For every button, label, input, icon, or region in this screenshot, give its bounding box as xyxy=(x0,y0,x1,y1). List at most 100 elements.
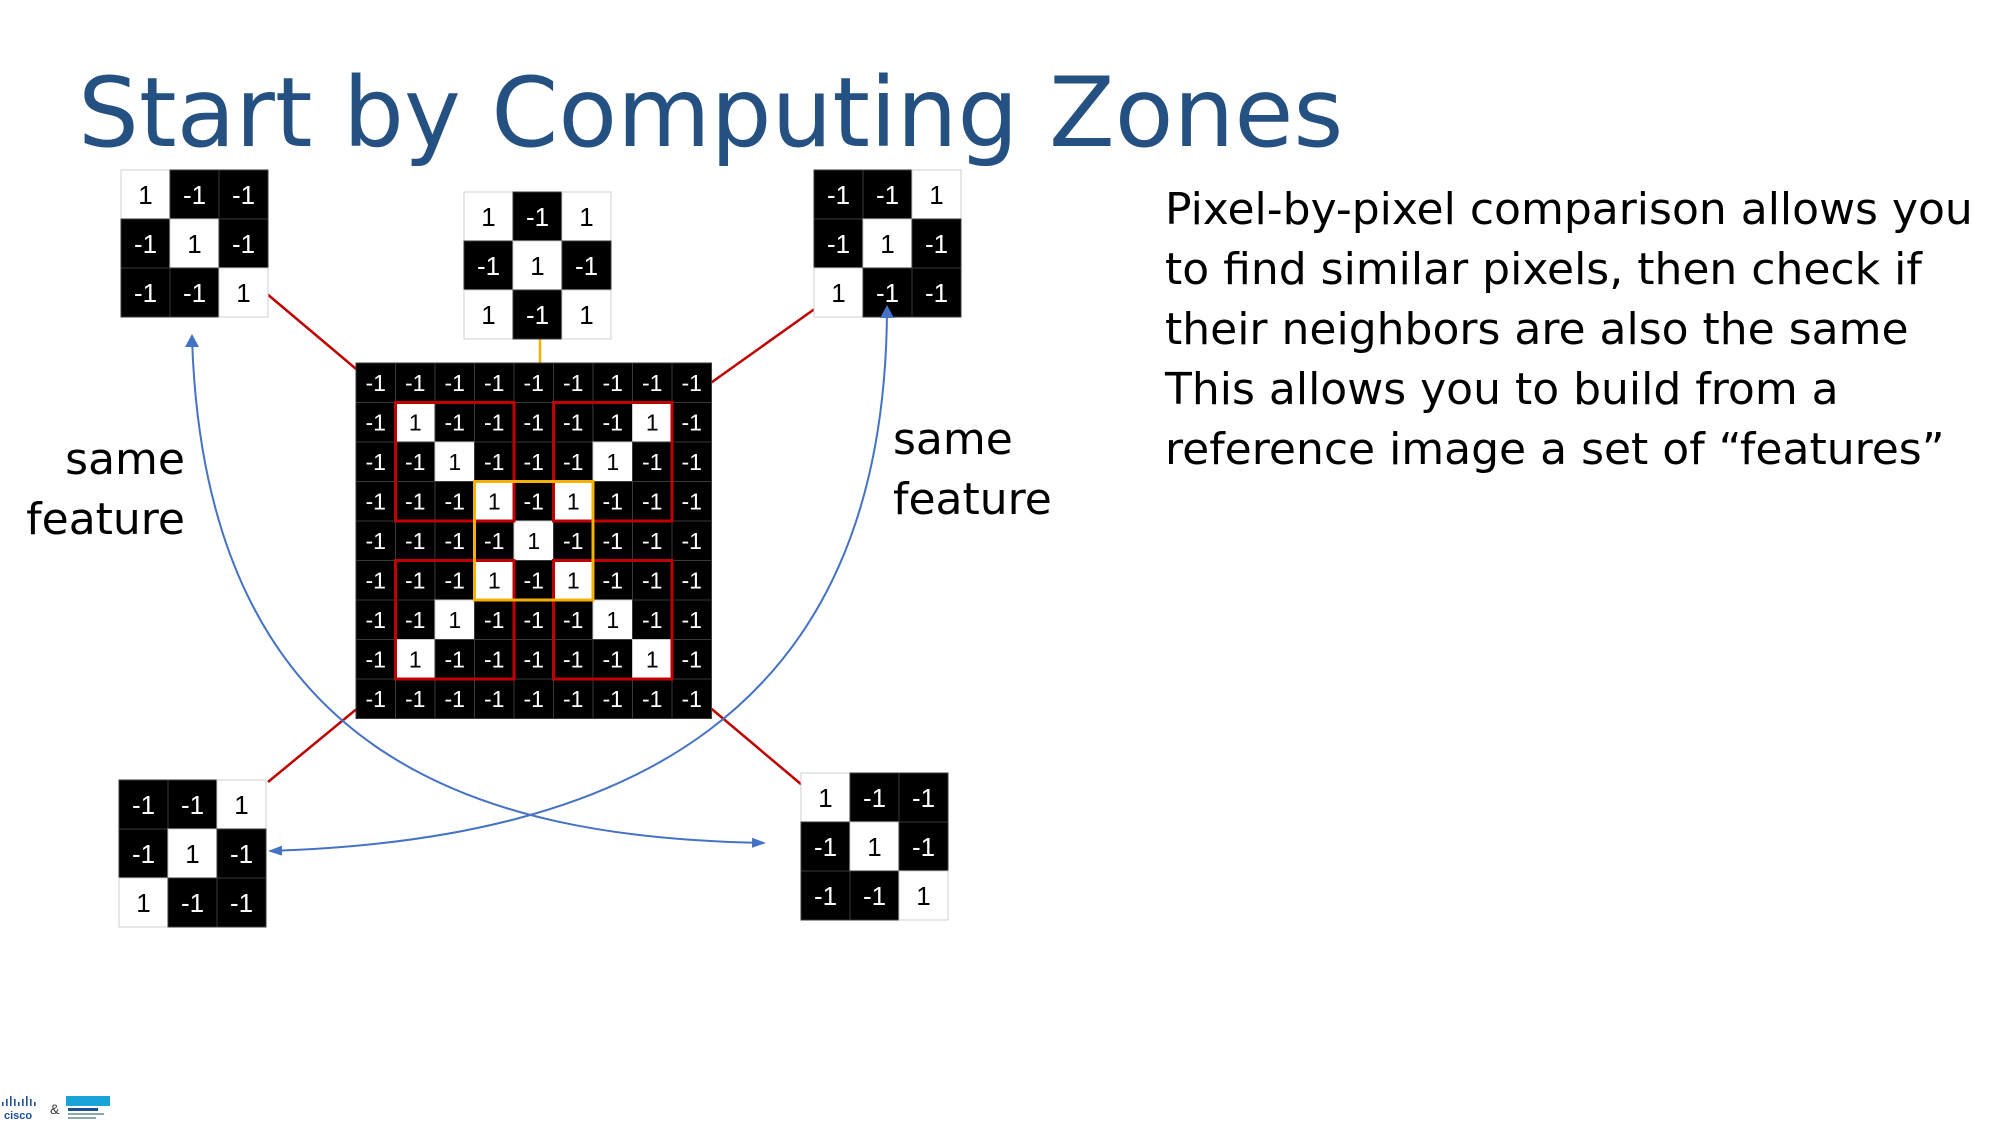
cell-value: -1 xyxy=(642,528,662,554)
cell-value: 1 xyxy=(579,202,593,232)
cell-value: -1 xyxy=(405,568,425,594)
cisco-logo-icon: cisco & xyxy=(2,1096,110,1122)
cell-value: 1 xyxy=(488,489,501,515)
cell-value: 1 xyxy=(481,300,495,330)
cell-value: 1 xyxy=(579,300,593,330)
cell-value: -1 xyxy=(405,686,425,712)
cell-value: 1 xyxy=(409,647,422,673)
cell-value: -1 xyxy=(827,229,850,259)
cell-value: -1 xyxy=(524,607,544,633)
cell-value: -1 xyxy=(366,686,386,712)
cell-value: -1 xyxy=(366,647,386,673)
cell-value: -1 xyxy=(484,528,504,554)
cell-value: -1 xyxy=(925,278,948,308)
cell-value: 1 xyxy=(929,180,943,210)
cell-value: -1 xyxy=(405,370,425,396)
cell-value: 1 xyxy=(646,410,659,436)
partner-logo-icon xyxy=(66,1096,110,1119)
cell-value: -1 xyxy=(603,370,623,396)
cell-value: -1 xyxy=(366,449,386,475)
cell-value: -1 xyxy=(863,783,886,813)
feature-grid-bottom-right: 1 -1 -1 -1 1 -1 -1 -1 1 xyxy=(800,772,949,921)
cell-value: -1 xyxy=(484,410,504,436)
cell-value: -1 xyxy=(814,832,837,862)
cell-value: 1 xyxy=(567,568,580,594)
cell-value: -1 xyxy=(366,568,386,594)
cell-value: -1 xyxy=(563,528,583,554)
logo-separator: & xyxy=(50,1101,60,1117)
cell-value: 1 xyxy=(567,489,580,515)
cell-value: -1 xyxy=(405,607,425,633)
cell-value: 1 xyxy=(831,278,845,308)
cell-value: -1 xyxy=(526,202,549,232)
cell-value: -1 xyxy=(484,647,504,673)
cell-value: -1 xyxy=(524,686,544,712)
cell-value: -1 xyxy=(682,449,702,475)
feature-grid-top-right: -1 -1 1 -1 1 -1 1 -1 -1 xyxy=(813,169,962,318)
cell-value: -1 xyxy=(445,647,465,673)
feature-diagram: -1 -1 -1 -1 -1 -1 -1 -1 -1-1 1 -1 -1 -1 -1 -1 1 -1-1 -1 1-… xyxy=(118,169,962,928)
cell-value: -1 xyxy=(682,489,702,515)
arrowhead-icon xyxy=(185,334,199,347)
cell-value: -1 xyxy=(132,790,155,820)
cell-value: -1 xyxy=(366,607,386,633)
cell-value: -1 xyxy=(366,489,386,515)
cell-value: -1 xyxy=(445,370,465,396)
cell-value: 1 xyxy=(481,202,495,232)
cell-value: -1 xyxy=(603,686,623,712)
cell-value: -1 xyxy=(682,607,702,633)
cell-value: -1 xyxy=(405,489,425,515)
cell-value: -1 xyxy=(575,251,598,281)
cell-value: -1 xyxy=(642,449,662,475)
cell-value: -1 xyxy=(134,229,157,259)
cell-value: -1 xyxy=(912,832,935,862)
cell-value: -1 xyxy=(230,888,253,918)
cell-value: 1 xyxy=(488,568,501,594)
cell-value: -1 xyxy=(181,790,204,820)
cell-value: 1 xyxy=(867,832,881,862)
cell-value: -1 xyxy=(682,370,702,396)
cell-value: -1 xyxy=(405,449,425,475)
cell-value: 1 xyxy=(138,180,152,210)
cell-value: -1 xyxy=(563,607,583,633)
cell-value: -1 xyxy=(230,839,253,869)
cell-value: -1 xyxy=(366,370,386,396)
cell-value: -1 xyxy=(445,489,465,515)
cell-value: 1 xyxy=(527,528,540,554)
cell-value: -1 xyxy=(863,881,886,911)
cell-value: 1 xyxy=(136,888,150,918)
cell-value: -1 xyxy=(524,489,544,515)
cell-value: -1 xyxy=(642,489,662,515)
cell-value: -1 xyxy=(445,686,465,712)
cell-value: 1 xyxy=(606,449,619,475)
cell-value: -1 xyxy=(603,568,623,594)
cell-value: -1 xyxy=(183,278,206,308)
cell-value: -1 xyxy=(682,647,702,673)
cell-value: -1 xyxy=(366,528,386,554)
cell-value: 1 xyxy=(448,449,461,475)
cell-value: -1 xyxy=(563,370,583,396)
cell-value: -1 xyxy=(445,568,465,594)
cell-value: -1 xyxy=(484,686,504,712)
cell-value: -1 xyxy=(484,607,504,633)
cell-value: -1 xyxy=(405,528,425,554)
cell-value: -1 xyxy=(526,300,549,330)
cell-value: -1 xyxy=(642,686,662,712)
cell-value: -1 xyxy=(524,647,544,673)
cell-value: -1 xyxy=(484,370,504,396)
cell-value: -1 xyxy=(563,686,583,712)
cell-value: -1 xyxy=(827,180,850,210)
cell-value: 1 xyxy=(234,790,248,820)
cell-value: -1 xyxy=(814,881,837,911)
cell-value: -1 xyxy=(524,568,544,594)
cell-value: -1 xyxy=(876,180,899,210)
cell-value: 1 xyxy=(606,607,619,633)
feature-grid-bottom-left: -1 -1 1 -1 1 -1 1 -1 -1 xyxy=(118,779,267,928)
cell-value: -1 xyxy=(563,449,583,475)
cell-value: 1 xyxy=(818,783,832,813)
cell-value: -1 xyxy=(445,528,465,554)
cell-value: -1 xyxy=(232,180,255,210)
feature-grid-top-left: 1 -1 -1 -1 1 -1 -1 -1 1 xyxy=(120,169,269,318)
cell-value: -1 xyxy=(132,839,155,869)
cell-value: -1 xyxy=(524,449,544,475)
